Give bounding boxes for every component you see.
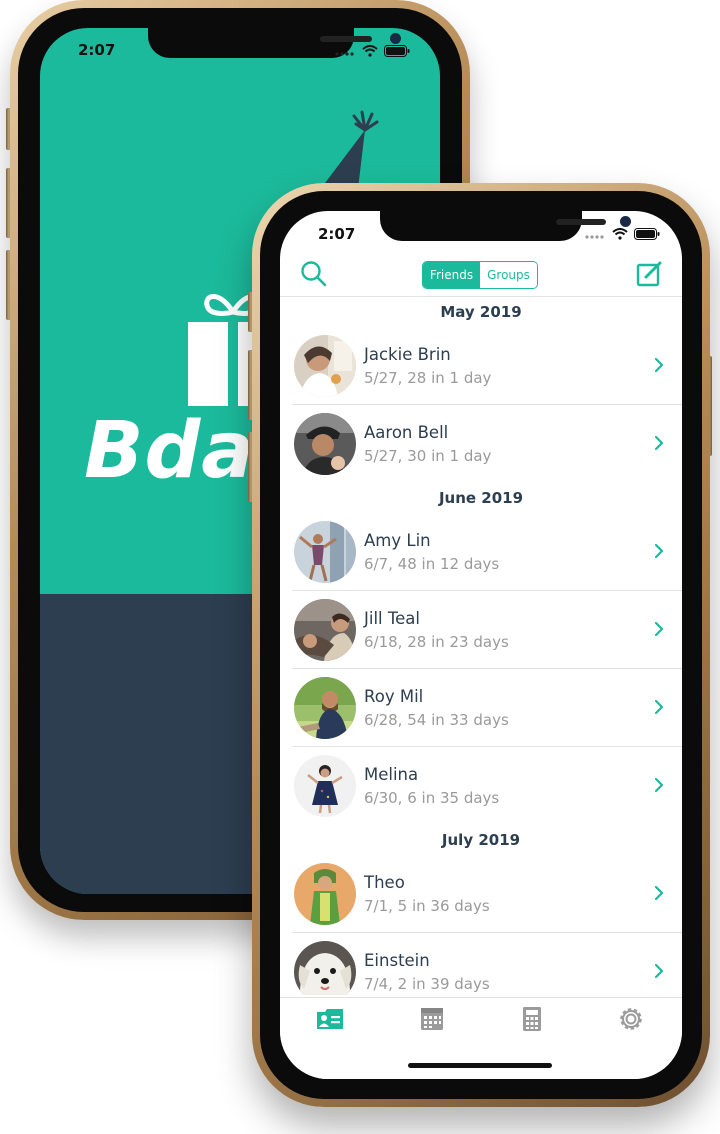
home-indicator[interactable] <box>408 1063 552 1068</box>
list-item[interactable]: Melina 6/30, 6 in 35 days <box>280 747 682 825</box>
front-phone: 2:07 Friends Groups May 2019 Jackie Brin… <box>252 183 710 1107</box>
list-item[interactable]: Theo 7/1, 5 in 36 days <box>280 855 682 933</box>
chevron-right-icon <box>654 435 664 455</box>
battery-icon <box>384 42 410 61</box>
avatar <box>294 335 356 397</box>
avatar <box>294 413 356 475</box>
birthday-detail: 7/4, 2 in 39 days <box>364 975 490 993</box>
friend-name: Melina <box>364 765 419 784</box>
friends-list-screen: 2:07 Friends Groups May 2019 Jackie Brin… <box>280 211 682 1079</box>
list-item[interactable]: Roy Mil 6/28, 54 in 33 days <box>280 669 682 747</box>
signal-dots-icon <box>584 225 606 244</box>
friends-list: May 2019 Jackie Brin 5/27, 28 in 1 day A… <box>280 297 682 995</box>
status-icons <box>334 42 410 61</box>
battery-icon <box>634 225 660 244</box>
calendar-icon[interactable] <box>417 1006 447 1032</box>
avatar <box>294 755 356 817</box>
section-header-may: May 2019 <box>440 303 522 321</box>
compose-icon[interactable] <box>636 260 664 292</box>
chevron-right-icon <box>654 357 664 377</box>
back-phone-notch <box>148 28 401 58</box>
chevron-right-icon <box>654 699 664 719</box>
friend-name: Roy Mil <box>364 687 424 706</box>
contacts-icon[interactable] <box>315 1006 345 1032</box>
birthday-detail: 5/27, 28 in 1 day <box>364 369 492 387</box>
front-phone-notch <box>380 211 631 241</box>
chevron-right-icon <box>654 885 664 905</box>
list-item[interactable]: Aaron Bell 5/27, 30 in 1 day <box>280 405 682 483</box>
friend-name: Einstein <box>364 951 430 970</box>
speaker <box>556 219 606 225</box>
wifi-icon <box>612 225 628 244</box>
marketing-screenshot: 2:07 Bday 2:07 Friends Groups May 2019 J… <box>0 0 720 1134</box>
signal-dots-icon <box>334 42 356 61</box>
avatar <box>294 599 356 661</box>
section-header-july: July 2019 <box>441 831 521 849</box>
avatar <box>294 521 356 583</box>
birthday-detail: 7/1, 5 in 36 days <box>364 897 490 915</box>
segment-friends[interactable]: Friends <box>423 262 480 288</box>
chevron-right-icon <box>654 777 664 797</box>
friends-groups-segmented-control: Friends Groups <box>422 261 538 289</box>
friend-name: Jackie Brin <box>364 345 451 364</box>
nav-bar: Friends Groups <box>280 255 682 297</box>
chevron-right-icon <box>654 963 664 983</box>
status-time: 2:07 <box>318 225 356 243</box>
avatar <box>294 941 356 995</box>
status-time: 2:07 <box>78 41 116 59</box>
birthday-detail: 6/30, 6 in 35 days <box>364 789 500 807</box>
birthday-detail: 6/7, 48 in 12 days <box>364 555 500 573</box>
search-icon[interactable] <box>300 260 328 292</box>
chevron-right-icon <box>654 621 664 641</box>
section-header-june: June 2019 <box>438 489 524 507</box>
friend-name: Amy Lin <box>364 531 431 550</box>
list-item[interactable]: Einstein 7/4, 2 in 39 days <box>280 933 682 995</box>
list-item[interactable]: Jackie Brin 5/27, 28 in 1 day <box>280 327 682 405</box>
status-icons <box>584 225 660 244</box>
settings-gear-icon[interactable] <box>616 1006 646 1032</box>
avatar <box>294 677 356 739</box>
birthday-detail: 6/28, 54 in 33 days <box>364 711 509 729</box>
chevron-right-icon <box>654 543 664 563</box>
segment-groups[interactable]: Groups <box>480 262 537 288</box>
avatar <box>294 863 356 925</box>
front-camera <box>620 216 631 227</box>
calculator-icon[interactable] <box>517 1006 547 1032</box>
friend-name: Aaron Bell <box>364 423 449 442</box>
wifi-icon <box>362 42 378 61</box>
friend-name: Theo <box>364 873 405 892</box>
list-item[interactable]: Jill Teal 6/18, 28 in 23 days <box>280 591 682 669</box>
birthday-detail: 5/27, 30 in 1 day <box>364 447 492 465</box>
list-item[interactable]: Amy Lin 6/7, 48 in 12 days <box>280 513 682 591</box>
friend-name: Jill Teal <box>364 609 420 628</box>
birthday-detail: 6/18, 28 in 23 days <box>364 633 509 651</box>
